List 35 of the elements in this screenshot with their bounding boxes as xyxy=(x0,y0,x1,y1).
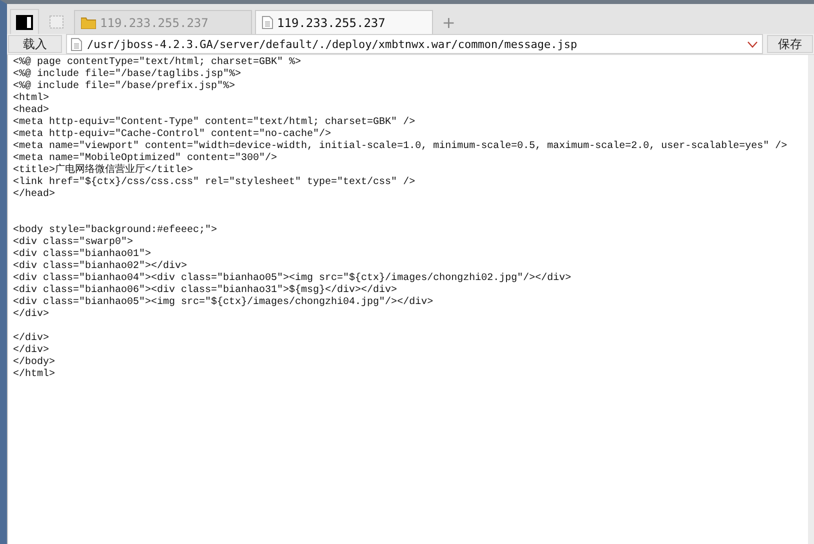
code-line: <meta http-equiv="Content-Type" content="text/html; charset=GBK" /> xyxy=(13,117,416,128)
code-line: <title>广电网络微信营业厅</title> xyxy=(13,165,194,176)
code-line: <div class="bianhao05"><img src="${ctx}/images/chongzhi04.jpg"/></div> xyxy=(13,297,434,308)
code-line: <link href="${ctx}/css/css.css" rel="stylesheet" type="text/css" /> xyxy=(13,177,416,188)
code-line: </head> xyxy=(13,189,56,201)
code-line: <body style="background:#efeeec;"> xyxy=(13,225,218,236)
browser-tab[interactable]: 119.233.255.237 xyxy=(255,10,433,34)
code-line: </body> xyxy=(13,357,56,368)
path-field[interactable]: /usr/jboss-4.2.3.GA/server/default/./deploy/xmbtnwx.war/common/message.jsp xyxy=(66,34,763,54)
save-button[interactable]: 保存 xyxy=(767,35,813,53)
panel-icon xyxy=(16,14,33,30)
code-line: <meta http-equiv="Cache-Control" content="no-cache"/> xyxy=(13,129,332,140)
code-line: <div class="swarp0"> xyxy=(13,237,134,248)
code-line: <div class="bianhao01"> xyxy=(13,249,152,260)
panel-toggle-button[interactable] xyxy=(10,9,39,34)
code-line: <%@ page contentType="text/html; charset=GBK" %> xyxy=(13,57,302,68)
code-line: </div> xyxy=(13,345,50,356)
folder-icon xyxy=(81,16,96,28)
window-icon xyxy=(49,15,64,29)
code-line: <meta name="MobileOptimized" content="300"/> xyxy=(13,153,278,164)
code-line: <meta name="viewport" content="width=device-width, initial-scale=1.0, minimum-scale=0.5, maximum-scale=2.0, user-scalable=yes" /> xyxy=(13,141,788,152)
code-line: <div class="bianhao02"></div> xyxy=(13,261,188,272)
code-line: <html> xyxy=(13,93,50,104)
document-icon xyxy=(71,38,82,50)
code-line: <div class="bianhao04"><div class="bianhao05"><img src="${ctx}/images/chongzhi02.jpg"/></div> xyxy=(13,273,572,284)
code-line: <head> xyxy=(13,105,50,117)
code-line: <div class="bianhao06"><div class="bianhao31">${msg}</div></div> xyxy=(13,285,398,296)
load-button[interactable]: 载入 xyxy=(8,35,62,53)
code-line: </div> xyxy=(13,333,50,344)
document-icon xyxy=(262,16,273,29)
code-line: <%@ include file="/base/prefix.jsp"%> xyxy=(13,81,236,92)
code-line: <%@ include file="/base/taglibs.jsp"%> xyxy=(13,69,242,80)
code-line: </html> xyxy=(13,369,56,381)
dropdown-caret-icon[interactable] xyxy=(747,40,758,48)
code-line: </div> xyxy=(13,309,50,321)
